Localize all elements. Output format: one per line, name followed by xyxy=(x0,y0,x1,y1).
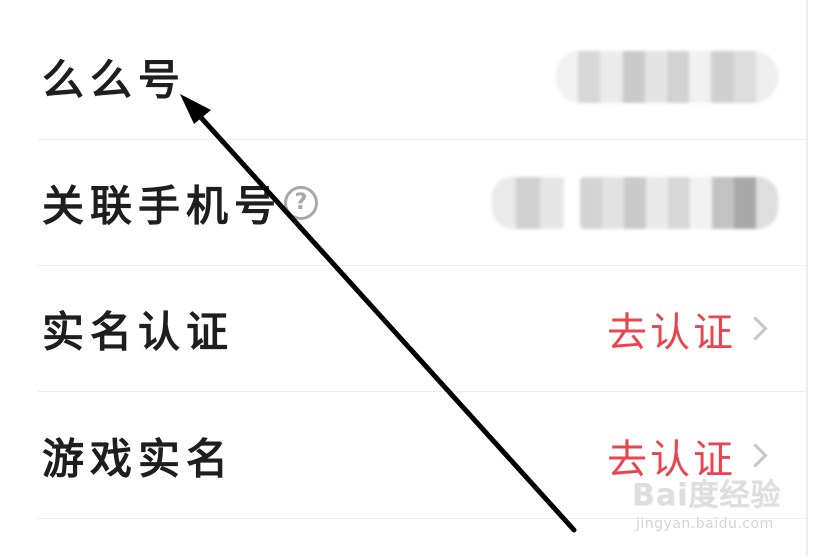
watermark-url: jingyan.baidu.com xyxy=(636,516,774,532)
chevron-right-icon xyxy=(743,316,768,341)
linked-phone-row[interactable]: 关联手机号 ? xyxy=(0,140,806,266)
settings-page: 么么号 关联手机号 ? 实名认证 去认证 游戏实名 去认证 Bai度经验 jin… xyxy=(0,0,823,556)
right-edge-divider xyxy=(806,0,808,556)
account-id-label: 么么号 xyxy=(42,55,187,105)
linked-phone-value-blurred-prefix xyxy=(492,177,564,229)
row-divider xyxy=(38,391,806,392)
verify-link[interactable]: 去认证 xyxy=(607,300,736,358)
question-circle-icon[interactable]: ? xyxy=(284,186,318,220)
baidu-jingyan-watermark: Bai度经验 jingyan.baidu.com xyxy=(632,470,782,550)
real-name-verify-label: 实名认证 xyxy=(42,307,235,357)
account-id-value-blurred xyxy=(556,51,778,103)
linked-phone-value-blurred xyxy=(580,177,778,229)
real-name-verify-row[interactable]: 实名认证 去认证 xyxy=(0,266,806,392)
linked-phone-label: 关联手机号 xyxy=(42,181,283,231)
account-id-row: 么么号 xyxy=(0,14,806,140)
game-real-name-label: 游戏实名 xyxy=(42,434,235,484)
watermark-brand: Bai度经验 xyxy=(632,478,782,513)
chevron-right-icon xyxy=(743,443,768,468)
